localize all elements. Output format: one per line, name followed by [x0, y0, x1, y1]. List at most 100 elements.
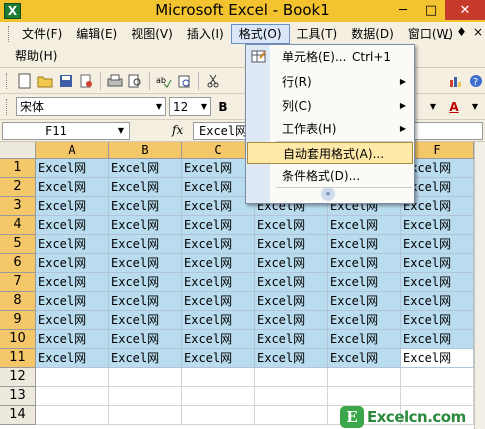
grid-cell[interactable]: Excel网: [182, 235, 255, 254]
grid-cell[interactable]: Excel网: [328, 311, 401, 330]
grid-cell[interactable]: [182, 368, 255, 387]
grid-cell[interactable]: Excel网: [401, 330, 474, 349]
font-name-select[interactable]: 宋体 ▼: [16, 97, 166, 116]
insert-function-icon[interactable]: fx: [172, 123, 183, 137]
grid-cell[interactable]: Excel网: [109, 216, 182, 235]
grid-cell[interactable]: Excel网: [36, 159, 109, 178]
grid-cell[interactable]: Excel网: [109, 254, 182, 273]
help-icon[interactable]: ?: [467, 72, 485, 90]
grid-cell[interactable]: Excel网: [401, 292, 474, 311]
format-menu-item[interactable]: 行(R) ▶: [247, 71, 413, 93]
grid-cell[interactable]: Excel网: [36, 197, 109, 216]
grid-cell[interactable]: [255, 387, 328, 406]
grid-cell[interactable]: [401, 368, 474, 387]
grid-cell[interactable]: Excel网: [109, 349, 182, 368]
menu-item[interactable]: 编辑(E): [69, 24, 124, 44]
grid-cell[interactable]: [182, 406, 255, 425]
grid-cell[interactable]: Excel网: [36, 254, 109, 273]
grid-cell[interactable]: [109, 406, 182, 425]
bold-button[interactable]: B: [214, 98, 232, 116]
toolbar-grip[interactable]: [6, 98, 9, 115]
grid-cell[interactable]: [36, 368, 109, 387]
font-color-button[interactable]: A: [445, 98, 463, 116]
grid-cell[interactable]: Excel网: [328, 349, 401, 368]
workbook-restore-button[interactable]: ♦: [456, 25, 467, 39]
format-menu-item[interactable]: 工作表(H) ▶: [247, 118, 413, 140]
grid-cell[interactable]: Excel网: [36, 311, 109, 330]
row-header[interactable]: 14: [0, 406, 36, 425]
chart-wizard-icon[interactable]: [447, 72, 465, 90]
column-header[interactable]: A: [36, 142, 109, 159]
font-size-select[interactable]: 12 ▼: [169, 97, 211, 116]
menu-grip[interactable]: [8, 26, 11, 42]
grid-cell[interactable]: Excel网: [255, 254, 328, 273]
research-icon[interactable]: [176, 72, 194, 90]
format-menu-item[interactable]: 列(C) ▶: [247, 95, 413, 117]
grid-cell[interactable]: Excel网: [36, 330, 109, 349]
fill-color-arrow-icon[interactable]: ▼: [424, 98, 442, 116]
grid-cell[interactable]: Excel网: [328, 292, 401, 311]
grid-cell[interactable]: Excel网: [255, 273, 328, 292]
row-header[interactable]: 8: [0, 292, 36, 311]
save-icon[interactable]: [57, 72, 75, 90]
grid-cell[interactable]: Excel网: [36, 216, 109, 235]
expand-menu-icon[interactable]: »: [321, 187, 335, 201]
grid-cell[interactable]: Excel网: [109, 159, 182, 178]
row-header[interactable]: 10: [0, 330, 36, 349]
permission-icon[interactable]: [78, 72, 96, 90]
grid-cell[interactable]: Excel网: [401, 273, 474, 292]
grid-cell[interactable]: Excel网: [182, 216, 255, 235]
grid-cell[interactable]: [255, 368, 328, 387]
grid-cell[interactable]: Excel网: [255, 349, 328, 368]
close-button[interactable]: ✕: [445, 0, 485, 20]
menu-item[interactable]: 数据(D): [344, 24, 401, 44]
print-icon[interactable]: [106, 72, 124, 90]
row-header[interactable]: 11: [0, 349, 36, 368]
grid-cell[interactable]: Excel网: [109, 311, 182, 330]
row-header[interactable]: 5: [0, 235, 36, 254]
grid-cell[interactable]: Excel网: [36, 349, 109, 368]
grid-cell[interactable]: Excel网: [109, 292, 182, 311]
grid-cell[interactable]: Excel网: [328, 254, 401, 273]
name-box[interactable]: F11 ▼: [2, 122, 130, 140]
grid-cell[interactable]: Excel网: [36, 235, 109, 254]
grid-cell[interactable]: Excel网: [255, 235, 328, 254]
row-header[interactable]: 3: [0, 197, 36, 216]
cut-icon[interactable]: [204, 72, 222, 90]
maximize-button[interactable]: □: [417, 0, 445, 20]
grid-cell[interactable]: [328, 368, 401, 387]
format-menu-item[interactable]: 单元格(E)... Ctrl+1: [247, 46, 413, 68]
print-preview-icon[interactable]: [127, 72, 145, 90]
grid-cell[interactable]: Excel网: [182, 292, 255, 311]
grid-cell[interactable]: Excel网: [255, 216, 328, 235]
grid-cell[interactable]: Excel网: [328, 330, 401, 349]
grid-cell[interactable]: Excel网: [182, 349, 255, 368]
grid-cell[interactable]: Excel网: [401, 311, 474, 330]
vertical-scrollbar[interactable]: [474, 142, 485, 429]
toolbar-grip[interactable]: [6, 72, 9, 89]
grid-cell[interactable]: [109, 387, 182, 406]
row-header[interactable]: 13: [0, 387, 36, 406]
grid-cell[interactable]: Excel网: [109, 197, 182, 216]
grid-cell[interactable]: Excel网: [328, 235, 401, 254]
row-header[interactable]: 6: [0, 254, 36, 273]
row-header[interactable]: 7: [0, 273, 36, 292]
grid-cell[interactable]: Excel网: [109, 178, 182, 197]
menu-item[interactable]: 文件(F): [15, 24, 69, 44]
grid-cell[interactable]: Excel网: [328, 273, 401, 292]
grid-cell[interactable]: [182, 387, 255, 406]
grid-cell[interactable]: Excel网: [36, 292, 109, 311]
grid-cell[interactable]: [36, 406, 109, 425]
grid-cell[interactable]: Excel网: [182, 254, 255, 273]
grid-cell[interactable]: Excel网: [36, 273, 109, 292]
grid-cell[interactable]: Excel网: [255, 311, 328, 330]
open-folder-icon[interactable]: [36, 72, 54, 90]
new-document-icon[interactable]: [16, 72, 34, 90]
grid-cell[interactable]: Excel网: [255, 330, 328, 349]
workbook-close-button[interactable]: ×: [473, 25, 483, 39]
grid-cell[interactable]: Excel网: [401, 216, 474, 235]
row-header[interactable]: 12: [0, 368, 36, 387]
grid-cell[interactable]: Excel网: [182, 311, 255, 330]
grid-cell[interactable]: Excel网: [255, 292, 328, 311]
grid-cell[interactable]: [109, 368, 182, 387]
